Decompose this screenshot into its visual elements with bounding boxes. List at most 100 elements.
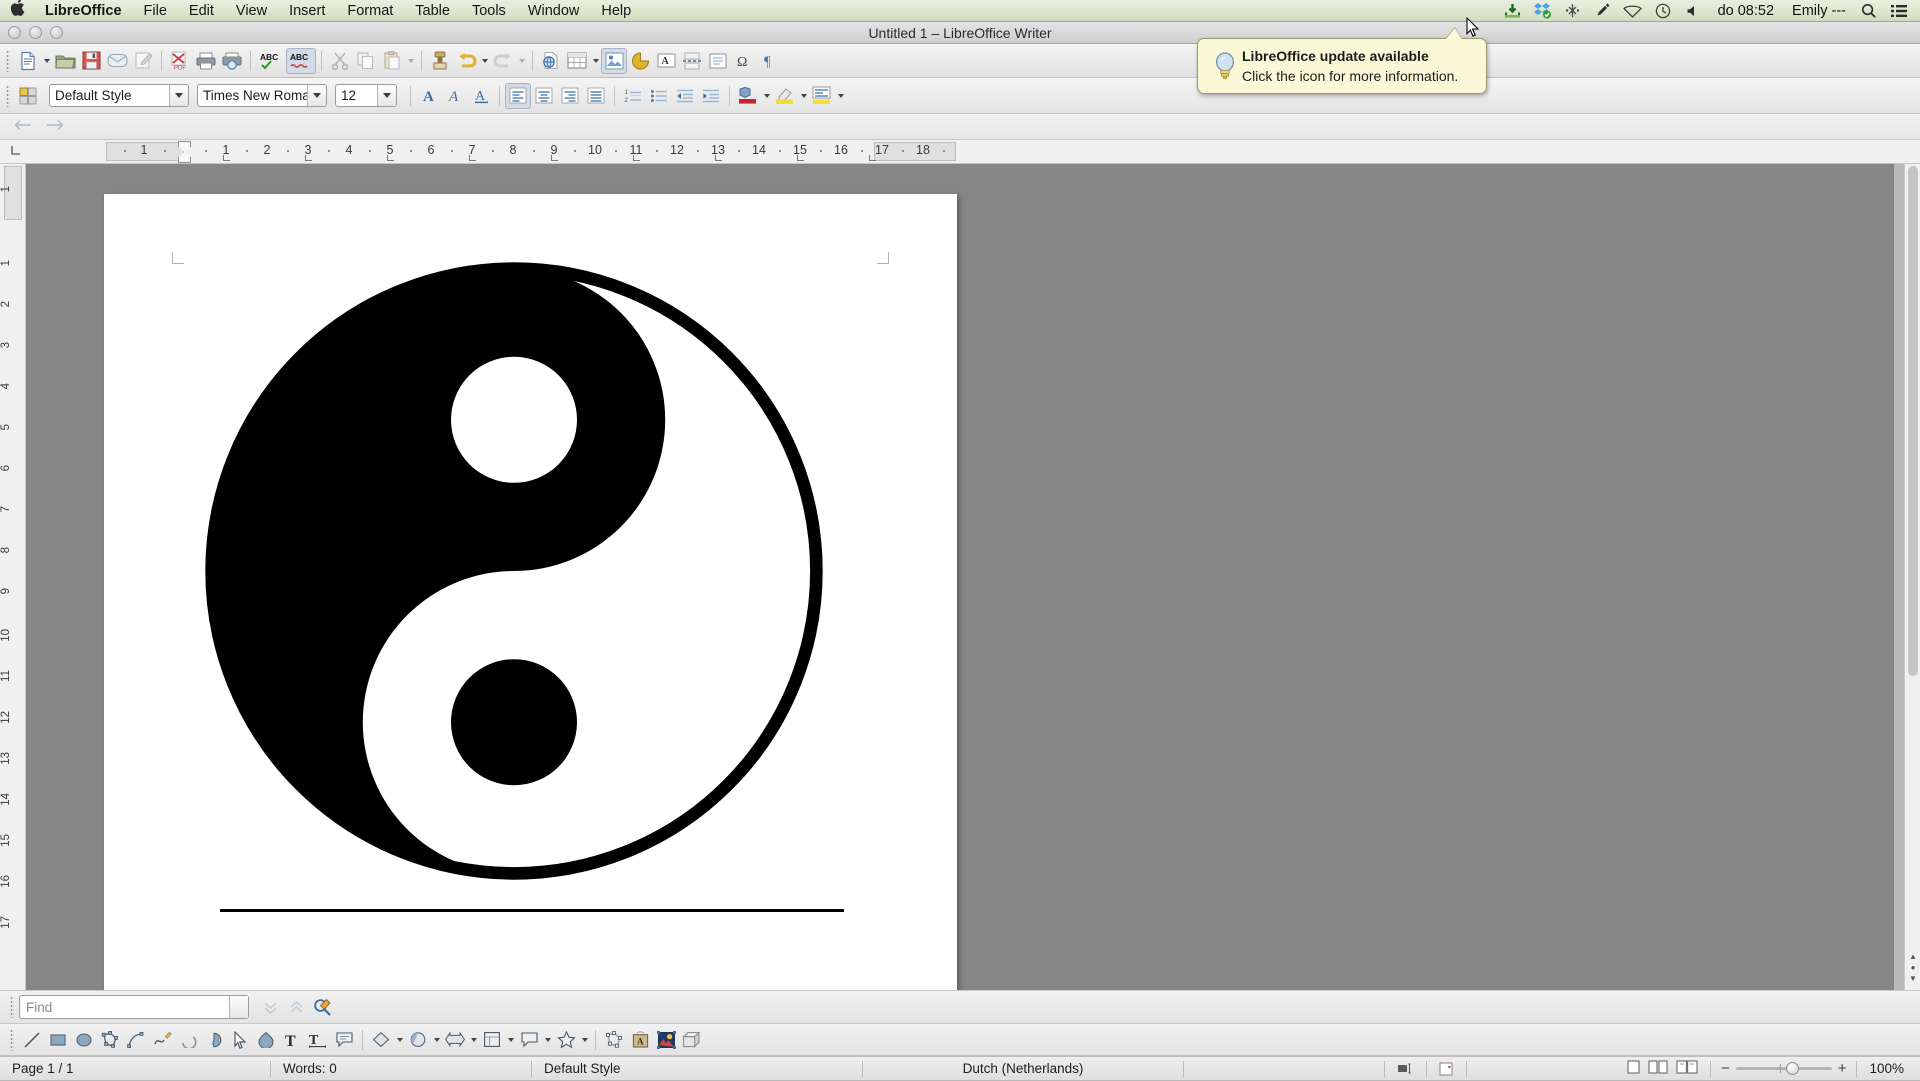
redo-dropdown[interactable] (516, 48, 527, 74)
select-icon[interactable] (227, 1027, 253, 1053)
selection-mode-icon[interactable] (1385, 1057, 1426, 1081)
rectangle-icon[interactable] (45, 1027, 71, 1053)
menu-table[interactable]: Table (404, 0, 461, 22)
font-size-dropdown[interactable] (377, 85, 396, 106)
clone-formatting-icon[interactable] (427, 48, 453, 74)
edit-mode-icon[interactable] (130, 48, 156, 74)
polygon-icon[interactable] (97, 1027, 123, 1053)
curve-icon[interactable] (123, 1027, 149, 1053)
menu-view[interactable]: View (225, 0, 278, 22)
close-button[interactable] (8, 26, 21, 39)
notification-center-icon[interactable] (1884, 0, 1914, 22)
menu-insert[interactable]: Insert (278, 0, 336, 22)
redo-icon[interactable] (490, 48, 516, 74)
formatting-marks-icon[interactable]: ¶ (757, 48, 783, 74)
font-size-combo[interactable]: 12 (335, 84, 397, 107)
highlight-dropdown[interactable] (798, 83, 809, 109)
window-controls[interactable] (8, 26, 63, 39)
navigate-forward-icon[interactable] (46, 118, 64, 135)
align-justified-icon[interactable] (583, 83, 609, 109)
basic-shape-caret[interactable] (394, 1027, 405, 1053)
insert-field-icon[interactable] (705, 48, 731, 74)
language-indicator[interactable]: Dutch (Netherlands) (863, 1057, 1183, 1081)
page-break-icon[interactable] (679, 48, 705, 74)
paragraph-style-combo[interactable]: Default Style (49, 84, 189, 107)
zoom-slider[interactable]: − + (1711, 1060, 1857, 1077)
insert-text-icon[interactable]: T (279, 1027, 305, 1053)
print-icon[interactable] (193, 48, 219, 74)
print-preview-icon[interactable] (219, 48, 245, 74)
download-icon[interactable] (1498, 0, 1528, 22)
yin-yang-symbol-image[interactable] (199, 256, 829, 890)
menu-file[interactable]: File (133, 0, 178, 22)
menu-tools[interactable]: Tools (461, 0, 517, 22)
symbol-shapes-caret[interactable] (431, 1027, 442, 1053)
paragraph-background-icon[interactable] (809, 83, 835, 109)
callouts-icon[interactable] (516, 1027, 542, 1053)
menu-edit[interactable]: Edit (178, 0, 225, 22)
new-document-icon[interactable] (15, 48, 41, 74)
navigate-back-icon[interactable] (14, 118, 32, 135)
extrusion-icon[interactable] (679, 1027, 705, 1053)
block-arrows-icon[interactable] (442, 1027, 468, 1053)
zoom-button[interactable] (50, 26, 63, 39)
zoom-level[interactable]: 100% (1857, 1057, 1920, 1081)
zoom-in-button[interactable]: + (1838, 1060, 1847, 1077)
document-page[interactable] (104, 194, 957, 990)
ellipse-icon[interactable] (71, 1027, 97, 1053)
align-right-icon[interactable] (557, 83, 583, 109)
find-input[interactable]: Find (19, 995, 249, 1019)
word-count[interactable]: Words: 0 (271, 1057, 531, 1081)
menu-help[interactable]: Help (590, 0, 642, 22)
vertical-scrollbar[interactable]: ▲ ● ▼ (1904, 164, 1920, 990)
font-name-combo[interactable]: Times New Roma (197, 84, 327, 107)
insert-chart-icon[interactable] (627, 48, 653, 74)
navigation-button[interactable]: ● (1907, 962, 1919, 973)
points-icon[interactable] (601, 1027, 627, 1053)
scroll-down-button[interactable]: ▼ (1907, 973, 1919, 984)
ruler-track[interactable]: 1 1 2 3 4 5 6 7 8 9 10 11 12 13 14 15 16… (106, 140, 956, 164)
italic-icon[interactable]: A (442, 83, 468, 109)
flowchart-caret[interactable] (505, 1027, 516, 1053)
paste-icon[interactable] (379, 48, 405, 74)
horizontal-rule[interactable] (220, 909, 844, 912)
apple-icon[interactable] (0, 0, 34, 23)
menu-libreoffice[interactable]: LibreOffice (34, 0, 133, 22)
minimize-button[interactable] (29, 26, 42, 39)
view-layout-buttons[interactable] (1615, 1057, 1710, 1081)
highlight-color-icon[interactable] (772, 83, 798, 109)
dropbox-icon[interactable] (1528, 0, 1558, 22)
export-pdf-icon[interactable]: PDF (167, 48, 193, 74)
single-page-view-icon[interactable] (1627, 1060, 1640, 1077)
zoom-track[interactable] (1735, 1062, 1832, 1075)
fontwork-icon[interactable]: A (627, 1027, 653, 1053)
basic-shape-dropdown-icon[interactable] (368, 1027, 394, 1053)
menu-window[interactable]: Window (517, 0, 591, 22)
timemachine-icon[interactable] (1648, 0, 1678, 22)
toolbar-grip[interactable] (6, 84, 10, 107)
wifi-icon[interactable] (1618, 0, 1648, 22)
ordered-list-icon[interactable]: 12 (620, 83, 646, 109)
decrease-indent-icon[interactable] (672, 83, 698, 109)
unsaved-changes-icon[interactable] (1427, 1057, 1466, 1081)
cut-icon[interactable] (327, 48, 353, 74)
horizontal-ruler[interactable]: 1 1 2 3 4 5 6 7 8 9 10 11 12 13 14 15 16… (0, 140, 1920, 164)
page-indicator[interactable]: Page 1 / 1 (0, 1057, 270, 1081)
book-view-icon[interactable] (1676, 1060, 1698, 1077)
insert-image-icon[interactable] (601, 47, 627, 74)
sidebar-settings-icon[interactable] (15, 83, 41, 109)
document-canvas[interactable] (26, 164, 1894, 990)
block-arrows-caret[interactable] (468, 1027, 479, 1053)
align-left-icon[interactable] (505, 82, 531, 109)
zoom-out-button[interactable]: − (1721, 1060, 1730, 1077)
zoom-knob[interactable] (1785, 1062, 1799, 1075)
stars-caret[interactable] (579, 1027, 590, 1053)
insert-mode-indicator[interactable] (1184, 1057, 1384, 1081)
paste-dropdown[interactable] (405, 48, 416, 74)
basic-shapes-icon[interactable] (253, 1027, 279, 1053)
pen-icon[interactable] (1588, 0, 1618, 22)
font-color-dropdown[interactable] (761, 83, 772, 109)
copy-icon[interactable] (353, 48, 379, 74)
underline-icon[interactable]: A (468, 83, 494, 109)
volume-icon[interactable] (1678, 0, 1708, 22)
